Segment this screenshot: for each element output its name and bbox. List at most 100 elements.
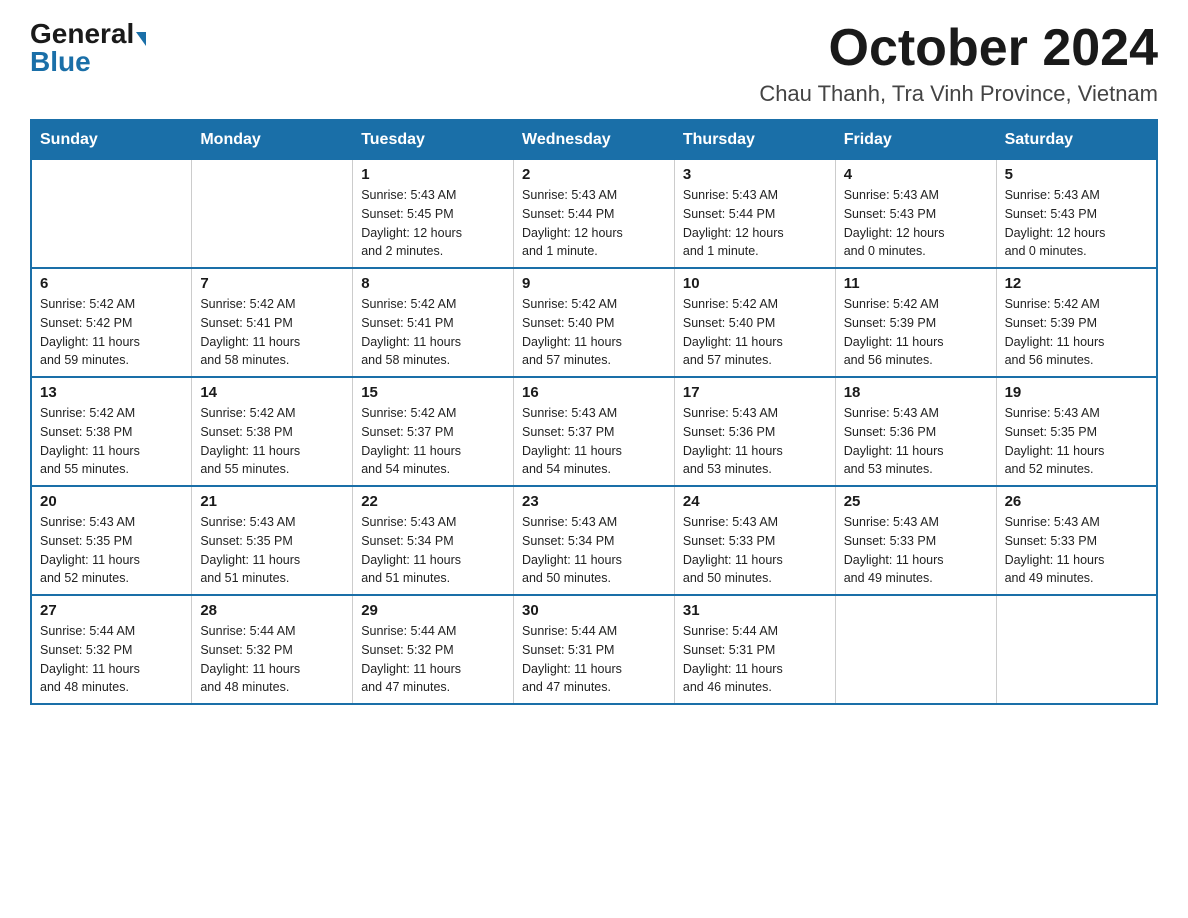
day-number: 23	[522, 493, 666, 510]
calendar-week-row: 13 Sunrise: 5:42 AM Sunset: 5:38 PM Dayli…	[31, 377, 1157, 486]
day-info: Sunrise: 5:42 AM Sunset: 5:41 PM Dayligh…	[361, 295, 505, 370]
column-header-thursday: Thursday	[674, 120, 835, 160]
day-number: 13	[40, 384, 183, 401]
day-info: Sunrise: 5:43 AM Sunset: 5:43 PM Dayligh…	[1005, 186, 1148, 261]
logo-triangle-icon	[136, 32, 146, 46]
table-row	[996, 595, 1157, 704]
day-number: 3	[683, 166, 827, 183]
column-header-wednesday: Wednesday	[514, 120, 675, 160]
calendar-week-row: 1Sunrise: 5:43 AM Sunset: 5:45 PM Daylig…	[31, 160, 1157, 269]
table-row: 22 Sunrise: 5:43 AM Sunset: 5:34 PM Dayli…	[353, 486, 514, 595]
day-number: 4	[844, 166, 988, 183]
calendar-table: SundayMondayTuesdayWednesdayThursdayFrid…	[30, 119, 1158, 705]
day-info: Sunrise: 5:42 AM Sunset: 5:39 PM Dayligh…	[1005, 295, 1148, 370]
day-number: 11	[844, 275, 988, 292]
day-info: Sunrise: 5:42 AM Sunset: 5:38 PM Dayligh…	[200, 404, 344, 479]
day-number: 15	[361, 384, 505, 401]
day-number: 18	[844, 384, 988, 401]
day-info: Sunrise: 5:43 AM Sunset: 5:37 PM Dayligh…	[522, 404, 666, 479]
day-info: Sunrise: 5:42 AM Sunset: 5:41 PM Dayligh…	[200, 295, 344, 370]
day-number: 17	[683, 384, 827, 401]
day-info: Sunrise: 5:43 AM Sunset: 5:34 PM Dayligh…	[522, 513, 666, 588]
day-number: 16	[522, 384, 666, 401]
table-row: 4 Sunrise: 5:43 AM Sunset: 5:43 PM Daylig…	[835, 160, 996, 269]
table-row: 21 Sunrise: 5:43 AM Sunset: 5:35 PM Dayli…	[192, 486, 353, 595]
day-info: Sunrise: 5:43 AM Sunset: 5:33 PM Dayligh…	[1005, 513, 1148, 588]
day-info: Sunrise: 5:43 AM Sunset: 5:44 PM Dayligh…	[522, 186, 666, 261]
day-number: 14	[200, 384, 344, 401]
day-number: 21	[200, 493, 344, 510]
table-row	[835, 595, 996, 704]
table-row: 7Sunrise: 5:42 AM Sunset: 5:41 PM Daylig…	[192, 268, 353, 377]
table-row: 9 Sunrise: 5:42 AM Sunset: 5:40 PM Daylig…	[514, 268, 675, 377]
calendar-week-row: 6Sunrise: 5:42 AM Sunset: 5:42 PM Daylig…	[31, 268, 1157, 377]
table-row: 16 Sunrise: 5:43 AM Sunset: 5:37 PM Dayli…	[514, 377, 675, 486]
day-number: 19	[1005, 384, 1148, 401]
day-number: 31	[683, 602, 827, 619]
column-header-friday: Friday	[835, 120, 996, 160]
title-section: October 2024 Chau Thanh, Tra Vinh Provin…	[759, 20, 1158, 107]
day-number: 30	[522, 602, 666, 619]
day-number: 9	[522, 275, 666, 292]
day-number: 27	[40, 602, 183, 619]
day-number: 22	[361, 493, 505, 510]
day-info: Sunrise: 5:43 AM Sunset: 5:36 PM Dayligh…	[844, 404, 988, 479]
page-header: General Blue October 2024 Chau Thanh, Tr…	[30, 20, 1158, 107]
day-number: 25	[844, 493, 988, 510]
day-info: Sunrise: 5:43 AM Sunset: 5:33 PM Dayligh…	[683, 513, 827, 588]
day-info: Sunrise: 5:43 AM Sunset: 5:35 PM Dayligh…	[40, 513, 183, 588]
table-row: 1Sunrise: 5:43 AM Sunset: 5:45 PM Daylig…	[353, 160, 514, 269]
day-info: Sunrise: 5:44 AM Sunset: 5:32 PM Dayligh…	[200, 622, 344, 697]
table-row: 17Sunrise: 5:43 AM Sunset: 5:36 PM Dayli…	[674, 377, 835, 486]
table-row: 3Sunrise: 5:43 AM Sunset: 5:44 PM Daylig…	[674, 160, 835, 269]
location-title: Chau Thanh, Tra Vinh Province, Vietnam	[759, 81, 1158, 107]
table-row	[192, 160, 353, 269]
logo: General Blue	[30, 20, 146, 76]
table-row: 31 Sunrise: 5:44 AM Sunset: 5:31 PM Dayli…	[674, 595, 835, 704]
table-row: 20 Sunrise: 5:43 AM Sunset: 5:35 PM Dayli…	[31, 486, 192, 595]
day-info: Sunrise: 5:42 AM Sunset: 5:40 PM Dayligh…	[522, 295, 666, 370]
day-number: 6	[40, 275, 183, 292]
day-info: Sunrise: 5:43 AM Sunset: 5:43 PM Dayligh…	[844, 186, 988, 261]
calendar-header-row: SundayMondayTuesdayWednesdayThursdayFrid…	[31, 120, 1157, 160]
table-row: 27 Sunrise: 5:44 AM Sunset: 5:32 PM Dayli…	[31, 595, 192, 704]
table-row: 19 Sunrise: 5:43 AM Sunset: 5:35 PM Dayli…	[996, 377, 1157, 486]
day-info: Sunrise: 5:43 AM Sunset: 5:35 PM Dayligh…	[200, 513, 344, 588]
day-info: Sunrise: 5:44 AM Sunset: 5:31 PM Dayligh…	[522, 622, 666, 697]
day-number: 10	[683, 275, 827, 292]
logo-blue-text: Blue	[30, 46, 91, 77]
table-row: 26 Sunrise: 5:43 AM Sunset: 5:33 PM Dayli…	[996, 486, 1157, 595]
calendar-week-row: 20 Sunrise: 5:43 AM Sunset: 5:35 PM Dayli…	[31, 486, 1157, 595]
column-header-sunday: Sunday	[31, 120, 192, 160]
day-number: 26	[1005, 493, 1148, 510]
table-row: 15 Sunrise: 5:42 AM Sunset: 5:37 PM Dayli…	[353, 377, 514, 486]
table-row: 6Sunrise: 5:42 AM Sunset: 5:42 PM Daylig…	[31, 268, 192, 377]
day-info: Sunrise: 5:43 AM Sunset: 5:35 PM Dayligh…	[1005, 404, 1148, 479]
day-number: 2	[522, 166, 666, 183]
month-title: October 2024	[759, 20, 1158, 77]
table-row: 29Sunrise: 5:44 AM Sunset: 5:32 PM Dayli…	[353, 595, 514, 704]
day-info: Sunrise: 5:43 AM Sunset: 5:33 PM Dayligh…	[844, 513, 988, 588]
table-row: 13Sunrise: 5:42 AM Sunset: 5:38 PM Dayli…	[31, 377, 192, 486]
day-info: Sunrise: 5:42 AM Sunset: 5:40 PM Dayligh…	[683, 295, 827, 370]
table-row: 11Sunrise: 5:42 AM Sunset: 5:39 PM Dayli…	[835, 268, 996, 377]
logo-general-text: General	[30, 18, 134, 49]
day-info: Sunrise: 5:43 AM Sunset: 5:45 PM Dayligh…	[361, 186, 505, 261]
day-info: Sunrise: 5:44 AM Sunset: 5:32 PM Dayligh…	[40, 622, 183, 697]
day-info: Sunrise: 5:44 AM Sunset: 5:31 PM Dayligh…	[683, 622, 827, 697]
table-row: 2 Sunrise: 5:43 AM Sunset: 5:44 PM Daylig…	[514, 160, 675, 269]
table-row: 5 Sunrise: 5:43 AM Sunset: 5:43 PM Daylig…	[996, 160, 1157, 269]
day-number: 29	[361, 602, 505, 619]
table-row: 30 Sunrise: 5:44 AM Sunset: 5:31 PM Dayli…	[514, 595, 675, 704]
table-row: 10 Sunrise: 5:42 AM Sunset: 5:40 PM Dayli…	[674, 268, 835, 377]
day-info: Sunrise: 5:43 AM Sunset: 5:34 PM Dayligh…	[361, 513, 505, 588]
day-number: 28	[200, 602, 344, 619]
day-number: 24	[683, 493, 827, 510]
day-number: 12	[1005, 275, 1148, 292]
table-row: 12 Sunrise: 5:42 AM Sunset: 5:39 PM Dayli…	[996, 268, 1157, 377]
day-number: 8	[361, 275, 505, 292]
day-info: Sunrise: 5:42 AM Sunset: 5:37 PM Dayligh…	[361, 404, 505, 479]
day-number: 5	[1005, 166, 1148, 183]
table-row: 8 Sunrise: 5:42 AM Sunset: 5:41 PM Daylig…	[353, 268, 514, 377]
day-number: 20	[40, 493, 183, 510]
